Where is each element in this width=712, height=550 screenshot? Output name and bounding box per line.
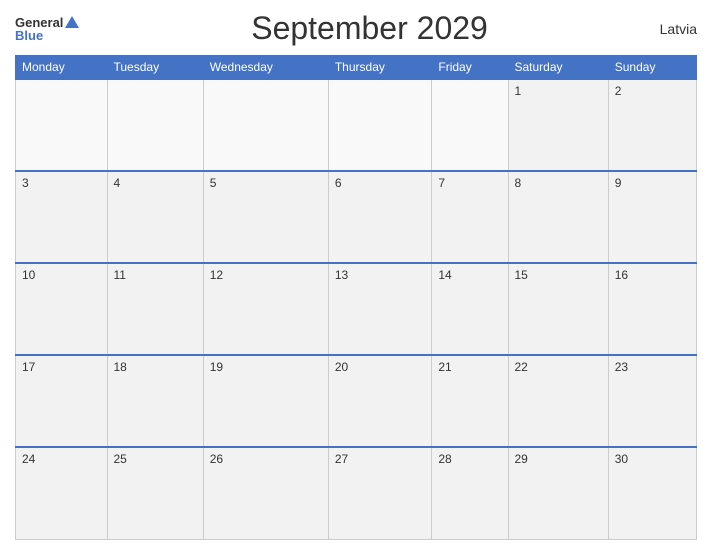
week-row-5: 24 25 26 27 28 29 30 bbox=[16, 447, 697, 539]
day-number: 13 bbox=[335, 268, 348, 282]
calendar-table: MondayTuesdayWednesdayThursdayFridaySatu… bbox=[15, 55, 697, 540]
calendar-cell bbox=[107, 79, 203, 171]
calendar-header: General Blue September 2029 Latvia bbox=[15, 10, 697, 47]
day-number: 19 bbox=[210, 360, 223, 374]
calendar-cell: 14 bbox=[432, 263, 508, 355]
logo-triangle-icon bbox=[65, 16, 79, 28]
calendar-cell: 21 bbox=[432, 355, 508, 447]
day-number: 5 bbox=[210, 176, 217, 190]
day-number: 27 bbox=[335, 452, 348, 466]
day-number: 6 bbox=[335, 176, 342, 190]
calendar-cell: 6 bbox=[328, 171, 432, 263]
day-number: 20 bbox=[335, 360, 348, 374]
day-number: 18 bbox=[114, 360, 127, 374]
calendar-cell: 10 bbox=[16, 263, 108, 355]
weekday-header-monday: Monday bbox=[16, 56, 108, 80]
calendar-cell: 11 bbox=[107, 263, 203, 355]
week-row-4: 17 18 19 20 21 22 23 bbox=[16, 355, 697, 447]
day-number: 9 bbox=[615, 176, 622, 190]
weekday-header-sunday: Sunday bbox=[608, 56, 696, 80]
calendar-cell: 30 bbox=[608, 447, 696, 539]
calendar-cell: 29 bbox=[508, 447, 608, 539]
calendar-cell: 9 bbox=[608, 171, 696, 263]
logo-general-text: General bbox=[15, 16, 63, 29]
calendar-cell: 27 bbox=[328, 447, 432, 539]
logo: General Blue bbox=[15, 16, 79, 42]
weekday-header-thursday: Thursday bbox=[328, 56, 432, 80]
calendar-cell: 1 bbox=[508, 79, 608, 171]
day-number: 2 bbox=[615, 84, 622, 98]
calendar-cell bbox=[432, 79, 508, 171]
calendar-cell: 12 bbox=[203, 263, 328, 355]
day-number: 17 bbox=[22, 360, 35, 374]
calendar-cell bbox=[16, 79, 108, 171]
day-number: 29 bbox=[515, 452, 528, 466]
calendar-cell bbox=[328, 79, 432, 171]
week-row-1: 12 bbox=[16, 79, 697, 171]
calendar-cell: 28 bbox=[432, 447, 508, 539]
calendar-cell: 23 bbox=[608, 355, 696, 447]
day-number: 28 bbox=[438, 452, 451, 466]
calendar-cell: 16 bbox=[608, 263, 696, 355]
weekday-header-friday: Friday bbox=[432, 56, 508, 80]
calendar-cell: 18 bbox=[107, 355, 203, 447]
day-number: 10 bbox=[22, 268, 35, 282]
day-number: 11 bbox=[114, 268, 126, 282]
day-number: 23 bbox=[615, 360, 628, 374]
calendar-cell: 17 bbox=[16, 355, 108, 447]
day-number: 25 bbox=[114, 452, 127, 466]
day-number: 26 bbox=[210, 452, 223, 466]
day-number: 12 bbox=[210, 268, 223, 282]
calendar-title: September 2029 bbox=[251, 10, 488, 47]
calendar-cell: 13 bbox=[328, 263, 432, 355]
calendar-cell: 8 bbox=[508, 171, 608, 263]
calendar-cell: 15 bbox=[508, 263, 608, 355]
weekday-header-tuesday: Tuesday bbox=[107, 56, 203, 80]
logo-blue-text: Blue bbox=[15, 29, 43, 42]
calendar-cell: 24 bbox=[16, 447, 108, 539]
calendar-cell: 19 bbox=[203, 355, 328, 447]
country-label: Latvia bbox=[660, 21, 697, 37]
calendar-cell: 4 bbox=[107, 171, 203, 263]
weekday-header-saturday: Saturday bbox=[508, 56, 608, 80]
day-number: 24 bbox=[22, 452, 35, 466]
calendar-cell: 26 bbox=[203, 447, 328, 539]
calendar-cell bbox=[203, 79, 328, 171]
week-row-2: 3 4 5 6 7 8 9 bbox=[16, 171, 697, 263]
day-number: 3 bbox=[22, 176, 29, 190]
day-number: 30 bbox=[615, 452, 628, 466]
day-number: 1 bbox=[515, 84, 522, 98]
calendar-container: General Blue September 2029 Latvia Monda… bbox=[0, 0, 712, 550]
day-number: 21 bbox=[438, 360, 451, 374]
calendar-cell: 2 bbox=[608, 79, 696, 171]
day-number: 8 bbox=[515, 176, 522, 190]
week-row-3: 10 11 12 13 14 15 16 bbox=[16, 263, 697, 355]
calendar-cell: 7 bbox=[432, 171, 508, 263]
day-number: 4 bbox=[114, 176, 121, 190]
calendar-cell: 20 bbox=[328, 355, 432, 447]
calendar-cell: 22 bbox=[508, 355, 608, 447]
weekday-header-wednesday: Wednesday bbox=[203, 56, 328, 80]
day-number: 15 bbox=[515, 268, 528, 282]
day-number: 22 bbox=[515, 360, 528, 374]
day-number: 16 bbox=[615, 268, 628, 282]
calendar-cell: 3 bbox=[16, 171, 108, 263]
day-number: 14 bbox=[438, 268, 451, 282]
weekday-header-row: MondayTuesdayWednesdayThursdayFridaySatu… bbox=[16, 56, 697, 80]
day-number: 7 bbox=[438, 176, 445, 190]
calendar-cell: 25 bbox=[107, 447, 203, 539]
calendar-cell: 5 bbox=[203, 171, 328, 263]
